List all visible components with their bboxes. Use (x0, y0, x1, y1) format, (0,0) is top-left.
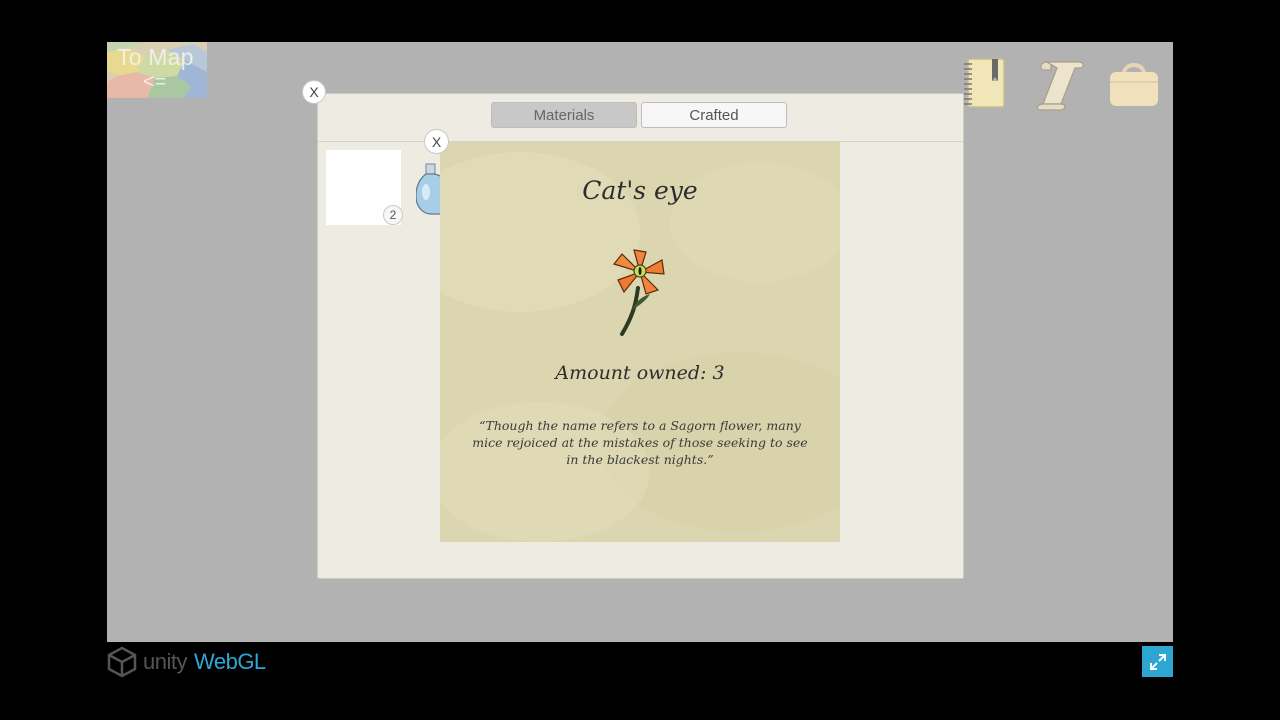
item-title: Cat's eye (582, 176, 698, 205)
item-description: “Though the name refers to a Sagorn flow… (472, 418, 808, 467)
inventory-slot[interactable]: 2 (326, 150, 403, 225)
bag-icon[interactable] (1106, 56, 1162, 112)
to-map-button[interactable]: To Map <= (107, 42, 207, 98)
game-canvas[interactable]: To Map <= Materials Crafted 2 X Cat's ey… (107, 42, 1173, 642)
webgl-text: WebGL (193, 649, 266, 674)
inventory-close-button[interactable]: X (302, 80, 326, 104)
tab-crafted[interactable]: Crafted (641, 102, 787, 128)
unity-logo-icon (107, 646, 137, 678)
to-map-label: To Map (117, 44, 194, 70)
cats-eye-flower-icon (612, 249, 665, 336)
detail-close-button[interactable]: X (424, 129, 449, 154)
amount-owned: Amount owned: 3 (555, 362, 725, 384)
tab-materials[interactable]: Materials (491, 102, 637, 128)
item-count-badge: 2 (383, 205, 403, 225)
inventory-tabs-bar: Materials Crafted (318, 94, 963, 142)
expand-icon (1149, 653, 1166, 670)
quest-scroll-icon[interactable] (1031, 56, 1087, 112)
unity-brand-text: unity (143, 649, 187, 674)
journal-icon[interactable] (962, 56, 1008, 110)
unity-webgl-logo: unity WebGL (107, 646, 266, 678)
fullscreen-button[interactable] (1142, 646, 1173, 677)
back-arrow-icon: <= (143, 71, 167, 93)
item-detail-card: Cat's eye Amount owned: 3 “Though the na… (440, 142, 840, 542)
